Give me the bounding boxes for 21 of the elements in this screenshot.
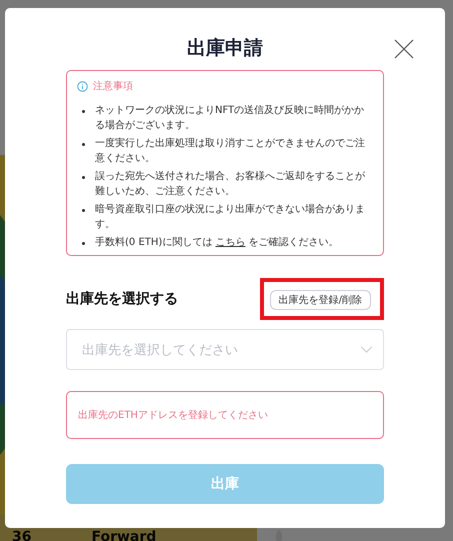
notice-title: 注意事項 bbox=[93, 80, 133, 93]
error-message: 出庫先のETHアドレスを登録してください bbox=[78, 408, 268, 422]
notice-text: 手数料(0 ETH)に関しては こちら をご確認ください。 bbox=[95, 236, 339, 250]
modal-title: 出庫申請 bbox=[187, 36, 263, 61]
close-icon[interactable] bbox=[394, 39, 414, 59]
info-icon bbox=[77, 80, 88, 92]
register-button[interactable]: 出庫先を登録/削除 bbox=[270, 290, 371, 310]
section-heading: 出庫先を選択する bbox=[66, 290, 178, 308]
notice-text: ネットワークの状況によりNFTの送信及び反映に時間がかかる場合がございます。 bbox=[95, 104, 366, 133]
bullet-icon bbox=[82, 242, 85, 245]
card-number: 36 bbox=[12, 529, 32, 541]
bullet-icon bbox=[82, 110, 85, 113]
bullet-icon bbox=[82, 176, 85, 179]
notice-text: 暗号資産取引口座の状況により出庫ができない場合があります。 bbox=[95, 202, 366, 232]
chevron-down-icon bbox=[360, 346, 373, 353]
notice-text: 一度実行した出庫処理は取り消すことができませんのでご注意ください。 bbox=[95, 136, 366, 166]
card-position: Forward bbox=[91, 529, 156, 541]
notice-text: 誤った宛先へ送付された場合、お客様へご返却をすることが難しいため、ご注意ください。 bbox=[95, 170, 366, 199]
bullet-icon bbox=[82, 143, 85, 146]
notice-link[interactable]: こちら bbox=[215, 237, 246, 248]
bullet-icon bbox=[82, 209, 85, 212]
